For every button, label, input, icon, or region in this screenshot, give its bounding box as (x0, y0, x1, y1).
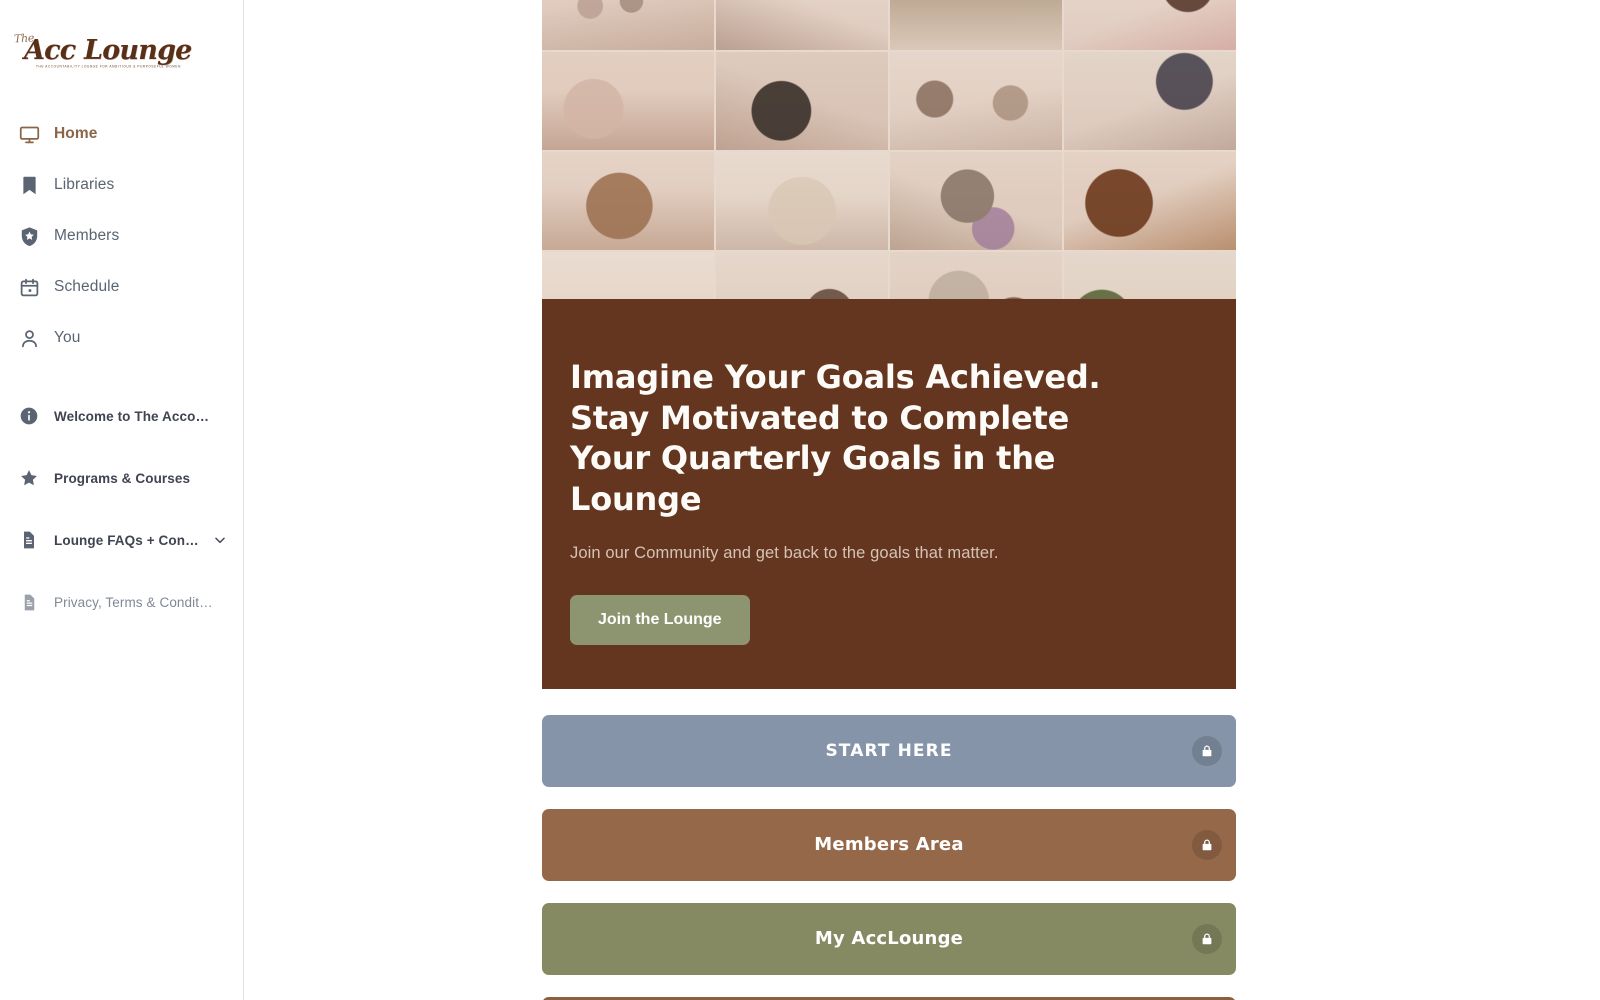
brand-logo[interactable]: The Acc Lounge THE ACCOUNTABILITY LOUNGE… (0, 24, 243, 82)
sidebar-item-label: Welcome to The Accou… (54, 408, 214, 424)
content-column: Imagine Your Goals Achieved. Stay Motiva… (542, 0, 1236, 1000)
info-circle-icon (18, 405, 40, 427)
secondary-navigation: Welcome to The Accou… Programs & Courses (0, 402, 243, 616)
collage-image (890, 0, 1062, 50)
collage-image (1064, 0, 1236, 50)
collage-image (1064, 152, 1236, 250)
sidebar-item-libraries[interactable]: Libraries (0, 169, 243, 201)
collage-image (716, 0, 888, 50)
collage-image (890, 52, 1062, 150)
sidebar-item-programs-courses[interactable]: Programs & Courses (0, 464, 243, 492)
hero-banner: Imagine Your Goals Achieved. Stay Motiva… (542, 299, 1236, 689)
brand-tagline: THE ACCOUNTABILITY LOUNGE FOR AMBITIOUS … (36, 64, 181, 70)
collage-image (890, 252, 1062, 299)
brand-name-text: Acc Lounge (24, 35, 192, 67)
brand-the-text: The (13, 31, 35, 46)
collage-image (542, 52, 714, 150)
lock-icon (1192, 923, 1222, 954)
lock-icon (1192, 829, 1222, 860)
collage-image (542, 252, 714, 299)
card-my-acclounge[interactable]: My AccLounge (542, 902, 1236, 975)
photo-collage (542, 0, 1236, 299)
lock-icon (1192, 735, 1222, 766)
sidebar-item-label: Schedule (54, 278, 120, 295)
card-start-here[interactable]: START HERE (542, 714, 1236, 787)
card-members-area[interactable]: Members Area (542, 808, 1236, 881)
sidebar-item-label: Programs & Courses (54, 470, 191, 486)
sidebar-item-home[interactable]: Home (0, 118, 243, 150)
shield-star-icon (18, 225, 40, 247)
collage-image (716, 52, 888, 150)
sidebar-item-schedule[interactable]: Schedule (0, 271, 243, 303)
star-icon (18, 467, 40, 489)
collage-image (716, 252, 888, 299)
monitor-icon (18, 123, 40, 145)
link-card-list: START HERE Members Area My AccLounge (542, 689, 1236, 1000)
app-root: The Acc Lounge THE ACCOUNTABILITY LOUNGE… (0, 0, 1600, 1000)
sidebar-item-label: Home (54, 125, 98, 142)
sidebar-item-label: Lounge FAQs + Contact… (54, 532, 201, 548)
calendar-icon (18, 276, 40, 298)
document-icon (18, 529, 40, 551)
primary-navigation: Home Libraries Members Schedule You (0, 118, 243, 354)
chevron-down-icon[interactable] (213, 533, 227, 547)
collage-image (1064, 252, 1236, 299)
sidebar-item-label: Libraries (54, 176, 115, 193)
person-icon (18, 327, 40, 349)
sidebar-item-label: Privacy, Terms & Conditi… (54, 594, 214, 610)
main-content: Imagine Your Goals Achieved. Stay Motiva… (244, 0, 1600, 1000)
sidebar: The Acc Lounge THE ACCOUNTABILITY LOUNGE… (0, 0, 244, 1000)
sidebar-item-lounge-faqs[interactable]: Lounge FAQs + Contact… (0, 526, 243, 554)
collage-image (542, 0, 714, 50)
collage-image (1064, 52, 1236, 150)
join-the-lounge-button[interactable]: Join the Lounge (570, 594, 750, 645)
card-title: Members Area (814, 834, 964, 855)
bookmark-icon (18, 174, 40, 196)
sidebar-item-you[interactable]: You (0, 322, 243, 354)
sidebar-item-welcome[interactable]: Welcome to The Accou… (0, 402, 243, 430)
sidebar-item-privacy-terms[interactable]: Privacy, Terms & Conditi… (0, 588, 243, 616)
card-next-partial[interactable] (542, 996, 1236, 1000)
card-title: My AccLounge (814, 928, 964, 949)
hero-headline: Imagine Your Goals Achieved. Stay Motiva… (570, 358, 1101, 518)
document-icon (18, 591, 40, 613)
sidebar-item-label: You (54, 329, 81, 346)
card-title: START HERE (825, 740, 953, 761)
hero-subheadline: Join our Community and get back to the g… (570, 543, 999, 562)
collage-image (716, 152, 888, 250)
collage-image (542, 152, 714, 250)
collage-image (890, 152, 1062, 250)
sidebar-item-label: Members (54, 227, 120, 244)
sidebar-item-members[interactable]: Members (0, 220, 243, 252)
